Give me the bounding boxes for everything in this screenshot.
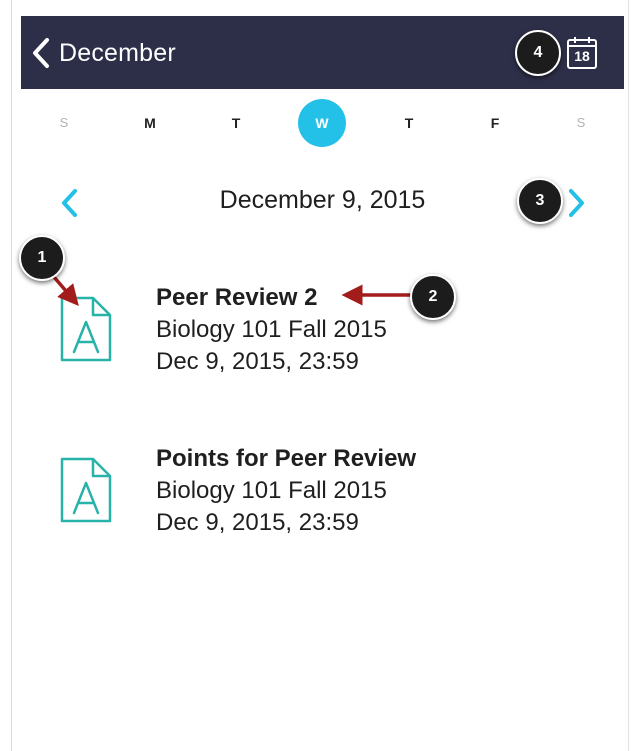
callout-badge-3: 3 xyxy=(517,178,563,224)
callout-arrows xyxy=(46,268,412,306)
callout-badge-2: 2 xyxy=(410,274,456,320)
app-screen: December 18 S M T W T F S December 9, 20… xyxy=(0,0,631,751)
callout-badge-1: 1 xyxy=(19,235,65,281)
callout-badge-4: 4 xyxy=(515,30,561,76)
